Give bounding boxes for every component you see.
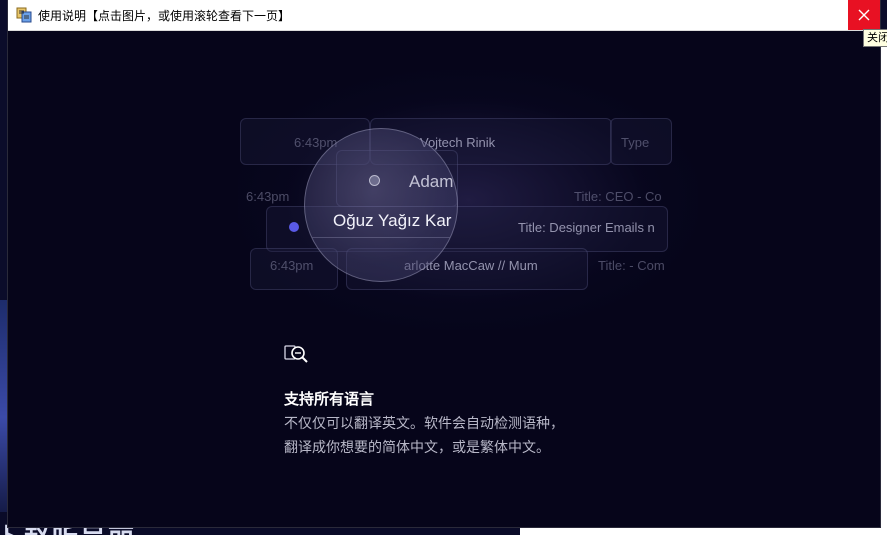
help-image[interactable]: 6:43pm Vojtech Rinik Type 6:43pm Title: … [8, 30, 880, 527]
magnifier-lens: Adam Oğuz Yağız Kar [304, 128, 458, 282]
row-title: Title: - Com [598, 258, 665, 273]
row-time: 6:43pm [246, 189, 290, 204]
row-name-magnified: Adam [409, 172, 454, 191]
feature-description-line: 不仅仅可以翻译英文。软件会自动检测语种， [284, 416, 564, 432]
row-name-magnified: Oğuz Yağız Kar [333, 211, 452, 230]
app-icon [16, 7, 32, 23]
feature-description: 不仅仅可以翻译英文。软件会自动检测语种， 翻译成你想要的简体中文，或是繁体中文。 [284, 412, 564, 460]
close-button[interactable] [848, 0, 880, 30]
feature-description-line: 翻译成你想要的简体中文，或是繁体中文。 [284, 440, 550, 456]
row-title: Title: CEO - Co [574, 189, 662, 204]
desktop-background-right [880, 30, 887, 535]
close-icon [858, 6, 870, 25]
desktop-background [0, 300, 8, 535]
help-window: 使用说明【点击图片，或使用滚轮查看下一页】 6:43pm Vojtech Rin… [8, 0, 880, 527]
row-title: Type [621, 135, 650, 150]
row-title: Title: Designer Emails n [518, 220, 655, 235]
close-tooltip: 关闭 [863, 29, 887, 47]
status-dot [369, 175, 380, 186]
status-dot [289, 222, 299, 232]
title-bar[interactable]: 使用说明【点击图片，或使用滚轮查看下一页】 [8, 0, 880, 31]
window-title: 使用说明【点击图片，或使用滚轮查看下一页】 [38, 9, 291, 23]
translate-search-icon [284, 343, 310, 365]
divider [305, 237, 457, 238]
desktop-background-bottom [520, 527, 887, 535]
row-time: 6:43pm [270, 258, 314, 273]
feature-title: 支持所有语言 [284, 390, 375, 408]
